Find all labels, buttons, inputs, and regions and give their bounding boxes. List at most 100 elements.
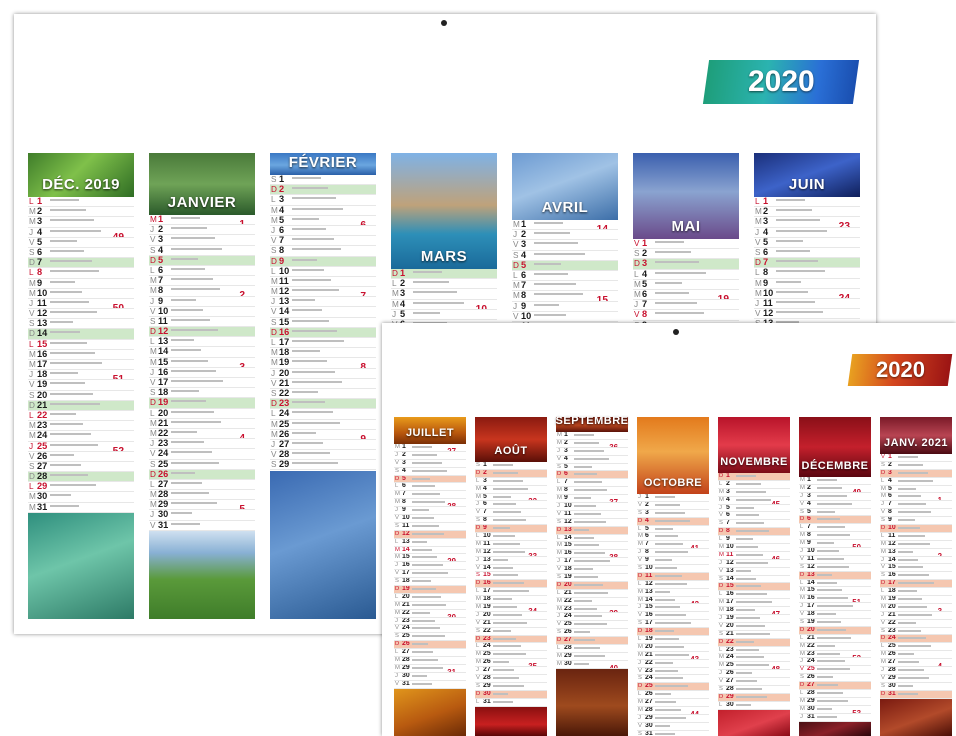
week-number: 35 [528, 662, 537, 668]
day-number: 30 [564, 660, 572, 667]
day-row: D 27 [799, 682, 871, 691]
day-number: 7 [645, 541, 649, 548]
day-row: D 23 [270, 399, 376, 410]
saint-name-line [817, 652, 840, 655]
weekday-letter: M [476, 485, 481, 492]
saint-name-line [412, 595, 442, 598]
weekday-letter: V [395, 680, 399, 687]
day-row: J 23 [394, 618, 466, 626]
weekday-letter: D [881, 635, 886, 642]
saint-name-line [493, 677, 520, 680]
day-number: 27 [402, 649, 410, 656]
week-number: 14 [596, 224, 608, 231]
week-number: 8 [360, 362, 366, 369]
day-row: M 13 2 [880, 549, 952, 557]
saint-name-line [776, 209, 813, 212]
saint-name-line [817, 644, 835, 647]
day-number: 2 [400, 279, 406, 289]
day-number: 4 [726, 496, 730, 503]
day-row: L18 [880, 588, 952, 597]
weekday-letter: M [150, 490, 157, 500]
day-list: D 1 L 2 M 3 M 4 45 J 5 V 6 S 7 D 8 L 9 M 10 M 11 46 J 12 V 13 S 14 D 15… [718, 473, 790, 710]
weekday-letter: J [29, 227, 34, 237]
weekday-letter: M [29, 217, 36, 227]
day-row: M 22 4 [149, 429, 255, 440]
weekday-letter: D [755, 258, 761, 268]
saint-name-line [898, 471, 928, 474]
day-row: S 17 [637, 620, 709, 629]
week-number: 27 [447, 447, 456, 452]
day-number: 6 [763, 247, 769, 257]
weekday-letter: L [557, 589, 561, 596]
saint-name-line [50, 290, 83, 293]
day-row: V 10 [149, 307, 255, 317]
day-list: V 1 S 2 D 3 L 4 M 5 M 6 1 J 7 V 8 S 9 D 10 L 11 M 12 M 13 2 J 14 V 15 S 1… [880, 454, 952, 699]
day-row: D 20 [556, 581, 628, 590]
day-row: L25 [880, 643, 952, 652]
week-number: 23 [838, 221, 850, 228]
day-row: M 23 52 [799, 651, 871, 659]
day-row: M11 [475, 541, 547, 549]
saint-name-line [655, 590, 671, 593]
day-row: J 31 [799, 714, 871, 722]
day-number: 5 [483, 493, 487, 500]
day-number: 2 [279, 185, 285, 195]
day-row: M 14 42 [637, 597, 709, 605]
saint-name-line [292, 329, 337, 332]
saint-name-line [817, 534, 851, 537]
saint-name-line [736, 609, 755, 612]
weekday-letter: V [557, 510, 561, 517]
day-number: 16 [158, 367, 169, 377]
saint-name-line [50, 443, 98, 446]
week-number: 46 [771, 554, 780, 560]
day-row: L4 [633, 270, 739, 280]
weekday-letter: S [150, 388, 156, 398]
day-row: V17 [394, 570, 466, 579]
day-number: 17 [402, 570, 410, 577]
saint-name-line [655, 630, 674, 633]
day-row: L 10 [270, 267, 376, 277]
month-name: JUILLET [405, 427, 455, 439]
saint-name-line [574, 449, 604, 452]
saint-name-line [574, 576, 599, 579]
weekday-letter: J [638, 494, 641, 500]
day-number: 2 [402, 451, 406, 458]
calendar-sheet-second-half: 2020 JUILLET M 1 27 J 2 V 3 S 4 D 5 L 6 M 7 M 8 28 J 9 V 10 S 11… [382, 323, 956, 736]
day-row: V 11 [556, 511, 628, 519]
saint-name-line [898, 653, 915, 656]
weekday-letter: V [476, 619, 480, 626]
saint-name-line [493, 550, 525, 553]
weekday-letter: D [476, 580, 481, 587]
day-row: J 15 [637, 604, 709, 613]
day-row: J 12 [718, 560, 790, 568]
weekday-letter: V [800, 555, 804, 562]
weekday-letter: D [29, 400, 35, 410]
day-number: 9 [807, 540, 811, 547]
day-row: M22 [556, 598, 628, 606]
saint-name-line [736, 498, 771, 501]
weekday-letter: J [634, 300, 639, 310]
day-number: 17 [807, 603, 815, 610]
weekday-letter: S [476, 517, 480, 524]
weekday-letter: V [29, 451, 35, 461]
day-row: V 23 [637, 668, 709, 676]
day-row: M15 [556, 542, 628, 551]
day-row: M 18 47 [718, 607, 790, 616]
saint-name-line [292, 350, 320, 353]
weekday-letter: L [638, 636, 642, 643]
weekday-letter: L [755, 197, 760, 206]
day-number: 5 [564, 463, 568, 470]
day-row: S2 [880, 462, 952, 470]
day-row: V5 [28, 238, 134, 248]
weekday-letter: L [395, 483, 399, 490]
saint-name-line [574, 520, 606, 523]
saint-name-line [898, 676, 930, 679]
day-row: S4 [149, 246, 255, 256]
day-number: 1 [279, 175, 285, 184]
day-row: D 16 [270, 327, 376, 338]
day-number: 23 [726, 646, 734, 653]
day-row: M12 [880, 541, 952, 549]
day-row: M11 [149, 215, 255, 226]
saint-name-line [292, 238, 334, 241]
saint-name-line [412, 493, 441, 496]
